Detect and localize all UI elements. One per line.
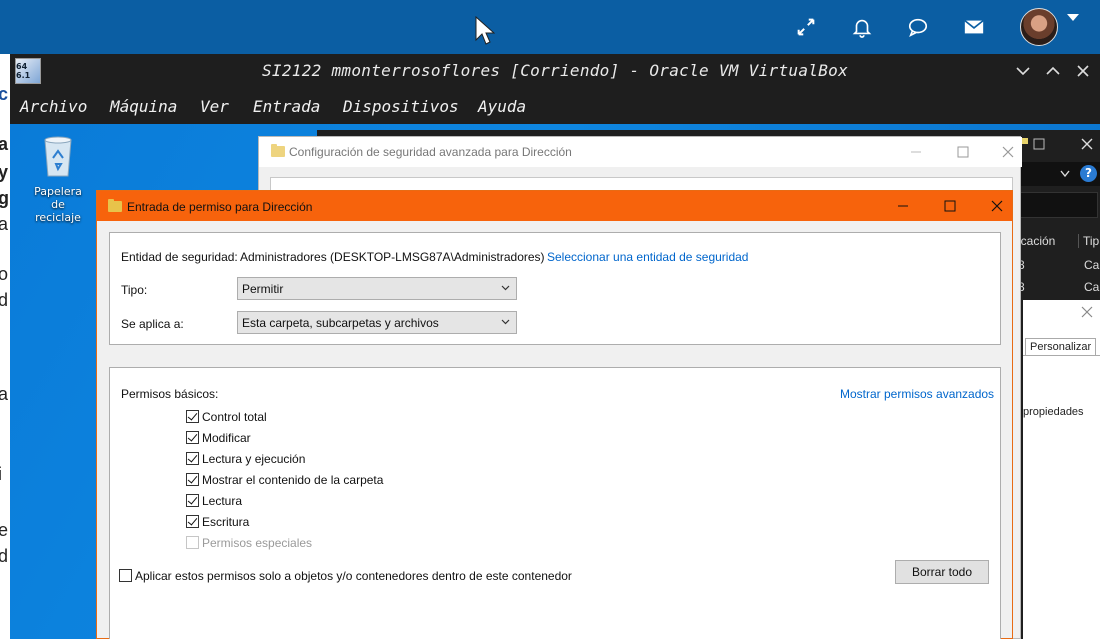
recycle-bin-icon [44, 136, 72, 177]
close-icon[interactable] [1001, 145, 1015, 159]
list-cell: Ca [1084, 280, 1100, 294]
basic-permissions-label: Permisos básicos: [121, 387, 219, 401]
permissions-group: Permisos básicos: Mostrar permisos avanz… [109, 367, 1001, 639]
principal-value: Administradores (DESKTOP-LMSG87A\Adminis… [240, 250, 545, 264]
help-icon[interactable]: ? [1080, 165, 1097, 182]
permission-label: Mostrar el contenido de la carpeta [202, 473, 384, 487]
dark-list: icación Tip 8 Ca 8 Ca [1014, 228, 1100, 308]
maximize-icon[interactable] [1033, 138, 1045, 150]
host-page-edge: c a y g a o d a i e d [0, 54, 10, 639]
principal-label: Entidad de seguridad: [121, 250, 238, 264]
permission-label: Lectura [202, 494, 243, 508]
vbox-title-bar: 64 6.1 SI2122 mmonterrosoflores [Corrien… [10, 54, 1100, 88]
permission-entry-title-bar: Entrada de permiso para Dirección [97, 191, 1012, 221]
menu-ver[interactable]: Ver [200, 97, 229, 116]
select-principal-link[interactable]: Seleccionar una entidad de seguridad [547, 250, 748, 264]
applies-select[interactable]: Esta carpeta, subcarpetas y archivos [237, 311, 517, 334]
collapse-chevron-icon[interactable] [1014, 62, 1032, 80]
close-icon[interactable] [990, 199, 1004, 213]
applies-select-value: Esta carpeta, subcarpetas y archivos [242, 316, 439, 330]
expand-icon[interactable] [793, 14, 819, 40]
folder-icon [108, 199, 122, 212]
checkbox-permisos-especiales [186, 536, 199, 549]
minimize-icon[interactable] [909, 145, 923, 159]
recycle-bin[interactable]: Papelera de reciclaje [30, 134, 86, 224]
mail-icon[interactable] [961, 14, 987, 40]
chevron-down-icon [501, 319, 510, 325]
folder-icon [271, 144, 285, 157]
list-cell: Ca [1084, 258, 1100, 272]
close-icon[interactable] [1074, 62, 1092, 80]
close-icon[interactable] [1081, 306, 1093, 318]
checkbox-control-total[interactable] [186, 410, 199, 423]
permission-label: Control total [202, 410, 267, 424]
show-advanced-permissions-link[interactable]: Mostrar permisos avanzados [840, 387, 994, 401]
chevron-down-icon [501, 285, 510, 291]
chat-icon[interactable] [905, 14, 931, 40]
column-header[interactable]: Tip [1078, 234, 1099, 248]
expand-chevron-icon[interactable] [1044, 62, 1062, 80]
maximize-icon[interactable] [956, 145, 970, 159]
clear-all-button[interactable]: Borrar todo [895, 560, 989, 584]
checkbox-modificar[interactable] [186, 431, 199, 444]
tab-personalizar[interactable]: Personalizar [1025, 338, 1097, 355]
advanced-security-title: Configuración de seguridad avanzada para… [289, 145, 572, 159]
type-select-value: Permitir [242, 282, 284, 296]
checkbox-apply-only[interactable] [119, 569, 132, 582]
permission-entry-window: Entrada de permiso para Dirección Entida… [96, 190, 1013, 639]
chevron-down-icon[interactable] [1067, 14, 1079, 21]
type-label: Tipo: [121, 283, 148, 297]
dark-toolbar: ? [1014, 162, 1100, 186]
permission-label: Escritura [202, 515, 250, 529]
applies-label: Se aplica a: [121, 317, 184, 331]
column-header[interactable]: icación [1018, 234, 1055, 248]
permission-label: Modificar [202, 431, 251, 445]
bell-icon[interactable] [849, 14, 875, 40]
chevron-down-icon[interactable] [1060, 170, 1070, 178]
minimize-icon[interactable] [896, 199, 910, 213]
maximize-icon[interactable] [943, 199, 957, 213]
menu-dispositivos[interactable]: Dispositivos [343, 97, 459, 116]
checkbox-mostrar-contenido[interactable] [186, 473, 199, 486]
permission-entry-title: Entrada de permiso para Dirección [127, 200, 313, 214]
checkbox-escritura[interactable] [186, 515, 199, 528]
host-top-bar [0, 0, 1100, 54]
recycle-bin-label: Papelera de reciclaje [34, 185, 82, 224]
advanced-security-title-bar: Configuración de seguridad avanzada para… [259, 137, 1022, 167]
apply-only-label: Aplicar estos permisos solo a objetos y/… [135, 569, 572, 583]
checkbox-lectura[interactable] [186, 494, 199, 507]
avatar[interactable] [1020, 8, 1058, 46]
menu-ayuda[interactable]: Ayuda [478, 97, 526, 116]
properties-text: propiedades [1023, 406, 1084, 418]
guest-desktop: Papelera de reciclaje ? icación Tip 8 Ca… [10, 124, 1100, 639]
menu-maquina[interactable]: Máquina [110, 97, 177, 116]
menu-archivo[interactable]: Archivo [20, 97, 87, 116]
principal-group: Entidad de seguridad: Administradores (D… [109, 232, 1001, 345]
type-select[interactable]: Permitir [237, 277, 517, 300]
checkbox-lectura-ejecucion[interactable] [186, 452, 199, 465]
dark-search-box[interactable] [1018, 192, 1098, 218]
menu-entrada[interactable]: Entrada [253, 97, 320, 116]
close-icon[interactable] [1081, 138, 1093, 150]
background-properties-panel: Personalizar propiedades [1023, 300, 1100, 639]
mouse-cursor-icon [475, 16, 495, 45]
vbox-window-title: SI2122 mmonterrosoflores [Corriendo] - O… [261, 61, 849, 80]
permission-label: Lectura y ejecución [202, 452, 306, 466]
permission-label: Permisos especiales [202, 536, 313, 550]
vbox-menu-bar: Archivo Máquina Ver Entrada Dispositivos… [10, 88, 1100, 124]
